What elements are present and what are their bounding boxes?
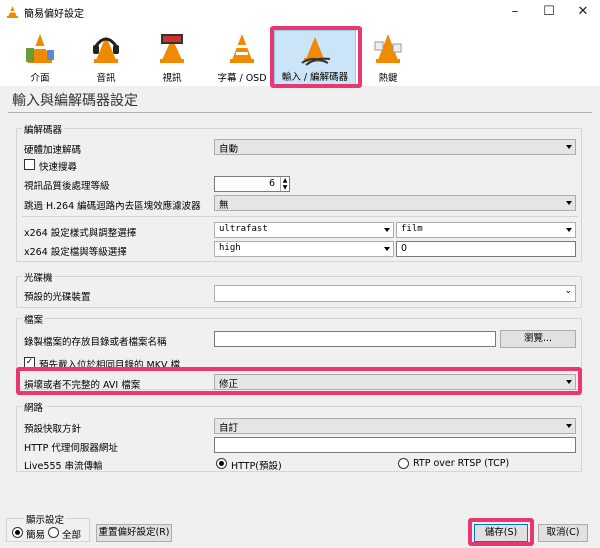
rtp-radio[interactable]	[398, 458, 409, 469]
tab-interface-label: 介面	[30, 73, 50, 84]
codecs-divider	[22, 216, 578, 217]
live555-label: Live555 串流傳輸	[24, 461, 103, 472]
tab-subtitles-osd-label: 字幕 / OSD	[217, 73, 267, 84]
cache-policy-value: 自訂	[219, 423, 239, 434]
tab-video-label: 視訊	[162, 73, 182, 84]
cancel-button[interactable]: 取消(C)	[538, 524, 588, 542]
skip-loop-filter-select[interactable]: 無	[214, 195, 576, 211]
title-bar: 簡易偏好設定 – ☐ ✕	[0, 0, 600, 24]
x264-preset-label: x264 設定樣式與調整選擇	[24, 228, 137, 239]
chevron-down-icon: ⌄	[564, 286, 572, 296]
reset-preferences-button[interactable]: 重置偏好設定(R)	[96, 524, 172, 542]
tab-video[interactable]: 視訊	[146, 30, 198, 86]
pp-level-spinbox[interactable]: 6	[214, 176, 290, 192]
fast-seek-checkbox[interactable]	[24, 159, 35, 170]
all-radio-label: 全部	[62, 530, 82, 541]
avi-repair-label: 損壞或者不完整的 AVI 檔案	[24, 380, 141, 391]
avi-repair-value: 修正	[219, 379, 239, 390]
skip-loop-filter-label: 跳過 H.264 編碼迴路內去區塊效應濾波器	[24, 201, 201, 212]
pp-level-label: 視訊品質後處理等級	[24, 181, 110, 192]
tab-input-codecs-label: 輸入 / 編解碼器	[281, 72, 349, 83]
simple-radio[interactable]	[12, 527, 23, 538]
x264-preset-select[interactable]: ultrafast	[214, 222, 394, 238]
mkv-preload-label: 預先載入位於相同目錄的 MKV 檔	[39, 360, 180, 371]
skip-loop-filter-value: 無	[219, 200, 229, 211]
x264-preset-value: ultrafast	[219, 224, 268, 234]
rtp-radio-label: RTP over RTSP (TCP)	[413, 458, 510, 469]
chevron-down-icon	[384, 228, 390, 232]
tab-audio-label: 音訊	[96, 73, 116, 84]
default-device-select[interactable]: ⌄	[214, 285, 576, 302]
save-button[interactable]: 儲存(S)	[474, 524, 528, 542]
cache-policy-select[interactable]: 自訂	[214, 418, 576, 434]
minimize-button[interactable]: –	[498, 0, 532, 24]
tab-interface[interactable]: 介面	[14, 30, 66, 86]
video-cone-icon	[160, 34, 184, 63]
x264-profile-value: high	[219, 243, 241, 253]
scrollbar[interactable]	[586, 114, 594, 506]
chevron-down-icon	[566, 145, 572, 149]
all-radio[interactable]	[48, 527, 59, 538]
hw-decode-select[interactable]: 自動	[214, 139, 576, 155]
avi-repair-select[interactable]: 修正	[214, 374, 576, 390]
proxy-field[interactable]	[214, 437, 576, 453]
mkv-preload-checkbox[interactable]: ✓	[24, 357, 35, 368]
interface-cone-icon	[26, 34, 54, 63]
chevron-down-icon	[384, 247, 390, 251]
chevron-down-icon	[566, 424, 572, 428]
simple-radio-label: 簡易	[26, 530, 46, 541]
tab-audio[interactable]: 音訊	[80, 30, 132, 86]
x264-level-field[interactable]: 0	[396, 241, 576, 257]
x264-profile-select[interactable]: high	[214, 241, 394, 257]
maximize-button[interactable]: ☐	[532, 0, 566, 24]
record-dir-field[interactable]	[214, 331, 496, 347]
hw-decode-label: 硬體加速解碼	[24, 145, 82, 156]
x264-tune-select[interactable]: film	[396, 222, 576, 238]
proxy-label: HTTP 代理伺服器網址	[24, 443, 118, 454]
x264-profile-label: x264 設定檔與等級選擇	[24, 247, 127, 258]
x264-level-value: 0	[401, 243, 408, 254]
x264-tune-value: film	[401, 224, 423, 234]
window-title: 簡易偏好設定	[24, 9, 84, 20]
fast-seek-label: 快速搜尋	[39, 162, 78, 173]
page-title: 輸入與編解碼器設定	[12, 93, 138, 109]
category-toolbar: 介面 音訊 視訊 字幕 / OSD 輸入 / 編解碼器 熱鍵	[0, 24, 600, 86]
tab-input-codecs[interactable]: 輸入 / 編解碼器	[274, 30, 356, 86]
hotkeys-cone-icon	[374, 34, 402, 63]
chevron-down-icon	[566, 380, 572, 384]
default-device-label: 預設的光碟裝置	[24, 292, 91, 303]
tab-subtitles-osd[interactable]: 字幕 / OSD	[206, 30, 278, 86]
show-settings-label: 顯示設定	[24, 512, 67, 526]
chevron-down-icon	[566, 201, 572, 205]
vlc-cone-icon	[7, 6, 18, 18]
network-group-label: 網路	[22, 400, 46, 414]
record-dir-label: 錄製檔案的存放目錄或者檔案名稱	[24, 337, 167, 348]
subtitles-cone-icon	[230, 34, 254, 63]
tab-hotkeys[interactable]: 熱鍵	[362, 30, 414, 86]
codecs-group-label: 編解碼器	[22, 122, 65, 136]
title-divider	[8, 112, 592, 113]
files-group-label: 檔案	[22, 312, 46, 326]
tab-hotkeys-label: 熱鍵	[378, 73, 398, 84]
http-radio-label: HTTP(預設)	[231, 461, 282, 472]
hw-decode-value: 自動	[219, 144, 239, 155]
spinner-arrows-icon[interactable]: ▲ ▼	[280, 177, 289, 191]
http-radio[interactable]	[216, 458, 227, 469]
optical-group-label: 光碟機	[22, 270, 55, 284]
audio-cone-headphones-icon	[93, 36, 119, 63]
pp-level-value: 6	[268, 178, 275, 189]
chevron-down-icon	[566, 228, 572, 232]
input-codecs-cone-icon	[301, 37, 331, 66]
close-button[interactable]: ✕	[566, 0, 600, 24]
cache-policy-label: 預設快取方針	[24, 424, 82, 435]
browse-button[interactable]: 瀏覽...	[500, 330, 576, 348]
